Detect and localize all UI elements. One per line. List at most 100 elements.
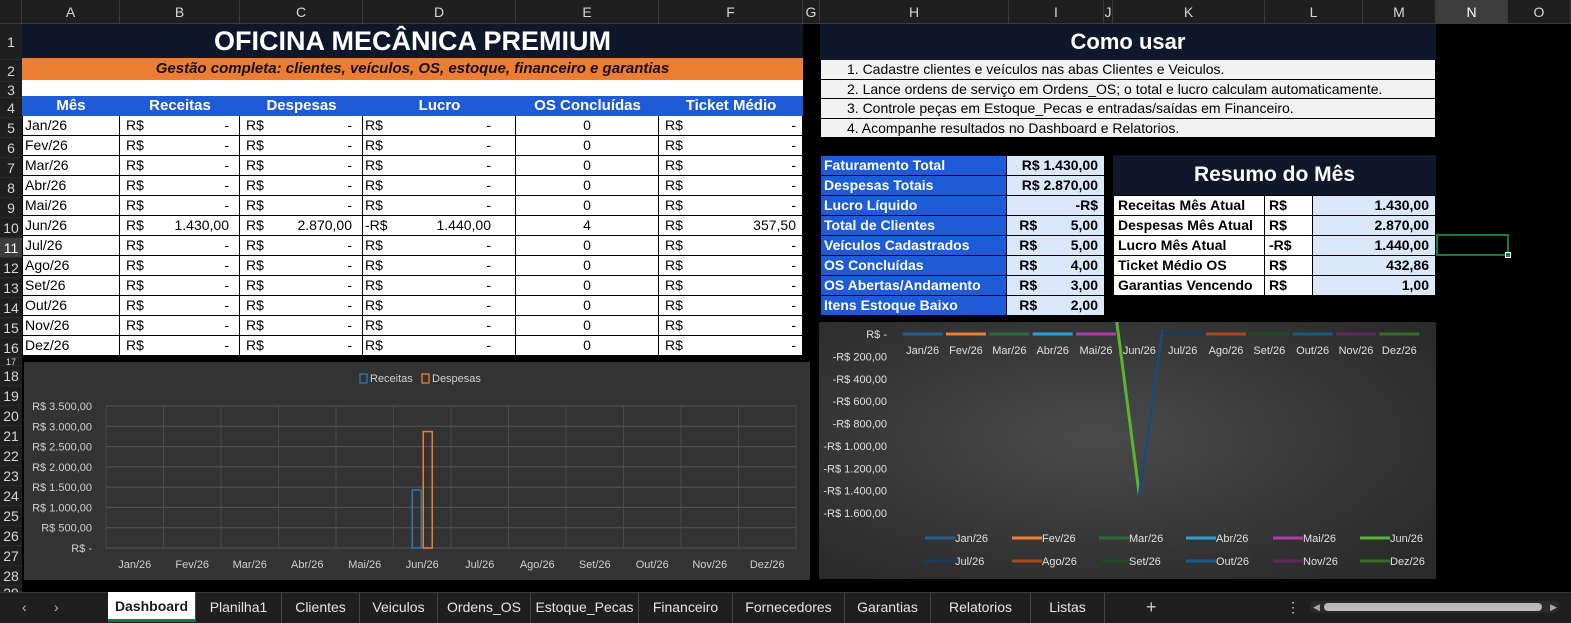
cell-receitas[interactable]: R$ - bbox=[120, 196, 240, 215]
row-header-25[interactable]: 25 bbox=[0, 506, 22, 526]
cell-month[interactable]: Jun/26 bbox=[23, 216, 120, 235]
kpi-value[interactable]: R$ 1.430,00 bbox=[1007, 156, 1105, 175]
column-header-o[interactable]: O bbox=[1508, 0, 1571, 24]
column-header-d[interactable]: D bbox=[363, 0, 516, 24]
cell-lucro[interactable]: R$ - bbox=[363, 116, 516, 135]
resumo-label[interactable]: Lucro Mês Atual bbox=[1113, 236, 1265, 255]
kpi-label[interactable]: Veículos Cadastrados bbox=[821, 236, 1008, 255]
cell-os[interactable]: 0 bbox=[516, 316, 659, 335]
resumo-currency[interactable]: R$ bbox=[1265, 196, 1313, 215]
cell-lucro[interactable]: R$ - bbox=[363, 196, 516, 215]
cell-month[interactable]: Jan/26 bbox=[23, 116, 120, 135]
cell-os[interactable]: 0 bbox=[516, 336, 659, 355]
column-header-l[interactable]: L bbox=[1265, 0, 1363, 24]
cell-os[interactable]: 0 bbox=[516, 176, 659, 195]
cell-receitas[interactable]: R$ - bbox=[120, 256, 240, 275]
cell-ticket[interactable]: R$ - bbox=[659, 236, 803, 255]
cell-lucro[interactable]: R$ - bbox=[363, 156, 516, 175]
resumo-value[interactable]: 1.430,00 bbox=[1313, 196, 1436, 215]
add-sheet-button[interactable]: + bbox=[1146, 593, 1157, 621]
row-header-7[interactable]: 7 bbox=[0, 158, 22, 178]
kpi-value[interactable]: R$ 3,00 bbox=[1007, 276, 1105, 295]
kpi-label[interactable]: Faturamento Total bbox=[821, 156, 1008, 175]
cell-despesas[interactable]: R$ - bbox=[240, 156, 363, 175]
cell-lucro[interactable]: R$ - bbox=[363, 236, 516, 255]
kpi-value[interactable]: R$ 5,00 bbox=[1007, 216, 1105, 235]
row-header-24[interactable]: 24 bbox=[0, 486, 22, 506]
sheet-tab-clientes[interactable]: Clientes bbox=[282, 593, 360, 623]
kpi-label[interactable]: Despesas Totais bbox=[821, 176, 1008, 195]
row-header-26[interactable]: 26 bbox=[0, 526, 22, 546]
kpi-value[interactable]: R$ 2.870,00 bbox=[1007, 176, 1105, 195]
row-header-21[interactable]: 21 bbox=[0, 426, 22, 446]
row-header-11[interactable]: 11 bbox=[0, 238, 22, 258]
column-header-e[interactable]: E bbox=[516, 0, 659, 24]
row-header-1[interactable]: 1 bbox=[0, 24, 22, 60]
column-header-a[interactable]: A bbox=[22, 0, 120, 24]
cell-receitas[interactable]: R$ - bbox=[120, 116, 240, 135]
more-options-icon[interactable]: ⋮ bbox=[1286, 593, 1300, 621]
resumo-label[interactable]: Ticket Médio OS bbox=[1113, 256, 1265, 275]
cell-ticket[interactable]: R$ - bbox=[659, 136, 803, 155]
scroll-right-icon[interactable]: ▶ bbox=[1550, 601, 1557, 613]
cell-os[interactable]: 0 bbox=[516, 296, 659, 315]
row-header-20[interactable]: 20 bbox=[0, 406, 22, 426]
column-header-c[interactable]: C bbox=[240, 0, 363, 24]
cell-ticket[interactable]: R$ - bbox=[659, 316, 803, 335]
cell-month[interactable]: Mai/26 bbox=[23, 196, 120, 215]
column-header-h[interactable]: H bbox=[820, 0, 1009, 24]
cell-lucro[interactable]: R$ - bbox=[363, 296, 516, 315]
row-header-18[interactable]: 18 bbox=[0, 366, 22, 386]
cell-month[interactable]: Dez/26 bbox=[23, 336, 120, 355]
row-header-27[interactable]: 27 bbox=[0, 546, 22, 566]
fill-handle[interactable] bbox=[1505, 252, 1511, 258]
resumo-label[interactable]: Despesas Mês Atual bbox=[1113, 216, 1265, 235]
cell-month[interactable]: Nov/26 bbox=[23, 316, 120, 335]
horizontal-scrollbar[interactable]: ◀ ▶ bbox=[1310, 601, 1560, 613]
cell-receitas[interactable]: R$ - bbox=[120, 176, 240, 195]
column-header-m[interactable]: M bbox=[1363, 0, 1436, 24]
select-all-corner[interactable] bbox=[0, 0, 22, 24]
resumo-value[interactable]: 1,00 bbox=[1313, 276, 1436, 295]
row-header-22[interactable]: 22 bbox=[0, 446, 22, 466]
cell-os[interactable]: 0 bbox=[516, 136, 659, 155]
scroll-left-icon[interactable]: ◀ bbox=[1313, 601, 1320, 613]
sheet-tab-relatorios[interactable]: Relatorios bbox=[931, 593, 1031, 623]
resumo-currency[interactable]: R$ bbox=[1265, 216, 1313, 235]
cell-lucro[interactable]: R$ - bbox=[363, 316, 516, 335]
cell-despesas[interactable]: R$ - bbox=[240, 336, 363, 355]
kpi-value[interactable]: R$ 4,00 bbox=[1007, 256, 1105, 275]
resumo-value[interactable]: 432,86 bbox=[1313, 256, 1436, 275]
selected-cell-n11[interactable] bbox=[1436, 234, 1511, 258]
cell-ticket[interactable]: R$ - bbox=[659, 176, 803, 195]
row-header-23[interactable]: 23 bbox=[0, 466, 22, 486]
cell-ticket[interactable]: R$ 357,50 bbox=[659, 216, 803, 235]
cell-ticket[interactable]: R$ - bbox=[659, 196, 803, 215]
row-header-5[interactable]: 5 bbox=[0, 118, 22, 138]
cell-os[interactable]: 0 bbox=[516, 256, 659, 275]
cell-despesas[interactable]: R$ - bbox=[240, 256, 363, 275]
row-header-6[interactable]: 6 bbox=[0, 138, 22, 158]
column-header-k[interactable]: K bbox=[1113, 0, 1265, 24]
cell-os[interactable]: 4 bbox=[516, 216, 659, 235]
cell-receitas[interactable]: R$ - bbox=[120, 276, 240, 295]
cell-receitas[interactable]: R$ - bbox=[120, 156, 240, 175]
cell-despesas[interactable]: R$ 2.870,00 bbox=[240, 216, 363, 235]
cell-os[interactable]: 0 bbox=[516, 156, 659, 175]
cell-despesas[interactable]: R$ - bbox=[240, 116, 363, 135]
row-header-13[interactable]: 13 bbox=[0, 278, 22, 298]
cell-despesas[interactable]: R$ - bbox=[240, 196, 363, 215]
resumo-label[interactable]: Receitas Mês Atual bbox=[1113, 196, 1265, 215]
cell-lucro[interactable]: R$ - bbox=[363, 256, 516, 275]
resumo-value[interactable]: 2.870,00 bbox=[1313, 216, 1436, 235]
cell-os[interactable]: 0 bbox=[516, 116, 659, 135]
row-header-28[interactable]: 28 bbox=[0, 566, 22, 586]
cell-receitas[interactable]: R$ - bbox=[120, 136, 240, 155]
cell-month[interactable]: Mar/26 bbox=[23, 156, 120, 175]
cell-despesas[interactable]: R$ - bbox=[240, 236, 363, 255]
cell-os[interactable]: 0 bbox=[516, 236, 659, 255]
resumo-label[interactable]: Garantias Vencendo bbox=[1113, 276, 1265, 295]
cell-lucro[interactable]: R$ - bbox=[363, 176, 516, 195]
cell-receitas[interactable]: R$ - bbox=[120, 296, 240, 315]
sheet-tab-garantias[interactable]: Garantias bbox=[845, 593, 931, 623]
